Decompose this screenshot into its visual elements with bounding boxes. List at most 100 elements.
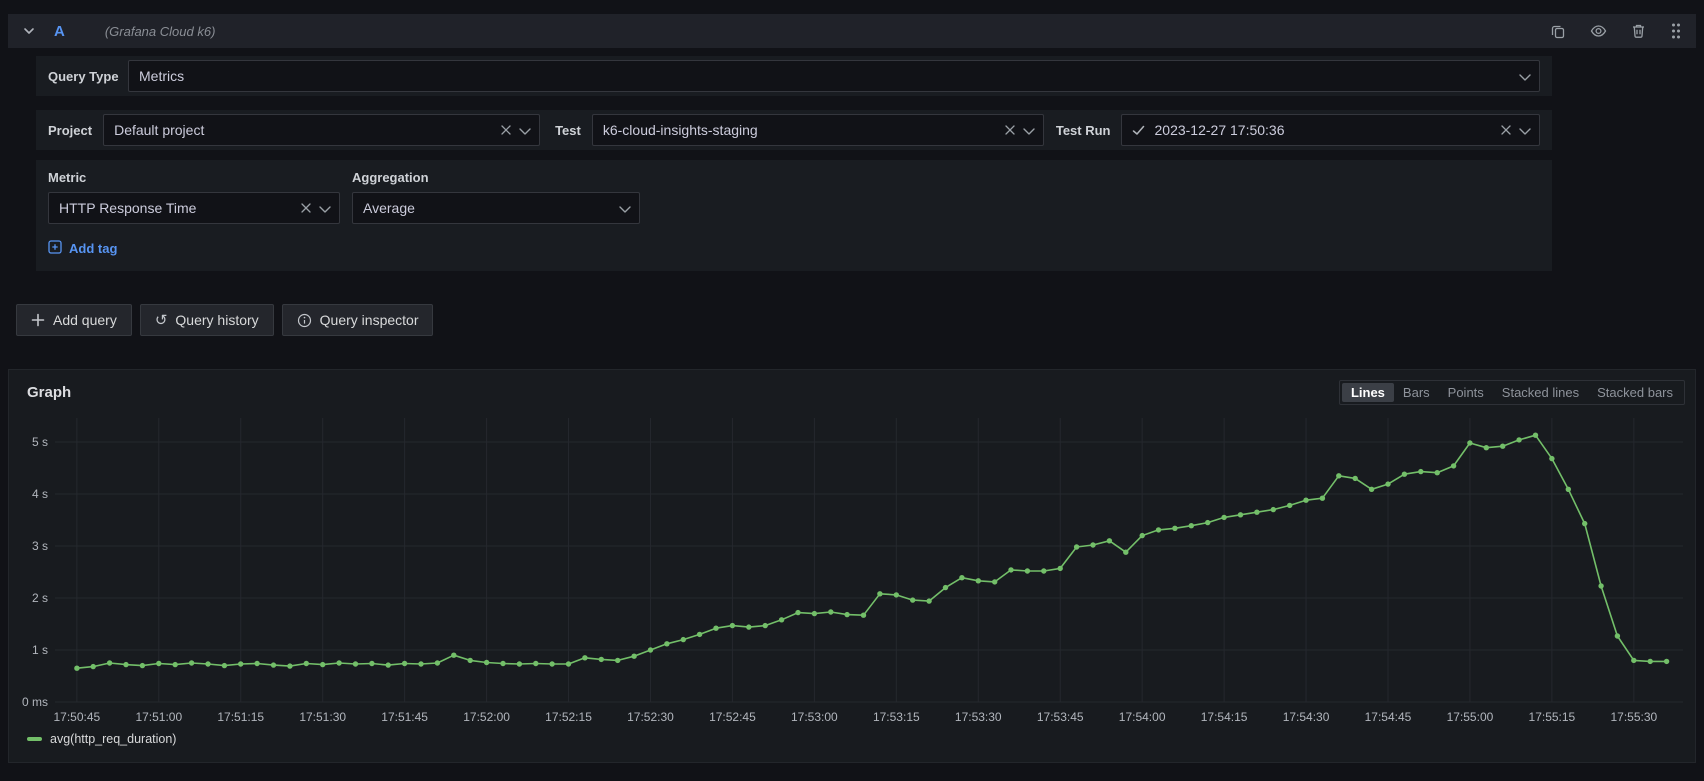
data-point [1189,523,1194,528]
aggregation-select[interactable]: Average [352,192,640,224]
add-tag-button[interactable]: Add tag [48,240,117,257]
add-query-label: Add query [53,312,117,328]
project-test-row: Project Default project Test k6-cloud-in… [36,110,1552,150]
query-type-select[interactable]: Metrics [128,60,1540,92]
data-point [877,591,882,596]
add-tag-label: Add tag [69,241,117,256]
data-point [1254,510,1259,515]
data-point [1615,633,1620,638]
test-value: k6-cloud-insights-staging [603,122,1005,138]
data-point [1533,433,1538,438]
draw-mode-tab-lines[interactable]: Lines [1342,383,1394,402]
data-point [386,662,391,667]
data-point [861,613,866,618]
metric-section: Metric HTTP Response Time Aggregation [36,160,1552,271]
data-point [730,623,735,628]
duplicate-query-icon[interactable] [1550,23,1566,39]
data-point [1435,470,1440,475]
graph-panel-header: Graph Lines Bars Points Stacked lines St… [19,378,1685,406]
clear-icon[interactable] [1005,122,1015,138]
delete-query-trash-icon[interactable] [1631,23,1646,39]
chevron-down-icon [519,122,531,138]
data-point [959,575,964,580]
project-select[interactable]: Default project [103,114,540,146]
data-point [353,661,358,666]
data-point [336,660,341,665]
data-point [107,660,112,665]
x-axis-tick-label: 17:53:45 [1037,710,1084,724]
data-point [1320,496,1325,501]
toggle-visibility-eye-icon[interactable] [1590,23,1607,39]
draw-mode-tab-stacked-lines[interactable]: Stacked lines [1493,383,1588,402]
data-point [402,661,407,666]
data-point [1303,498,1308,503]
project-label: Project [48,123,92,138]
data-point [795,610,800,615]
query-history-button[interactable]: ↺ Query history [140,304,274,336]
panel-title[interactable]: Graph [27,384,71,401]
data-point [1238,512,1243,517]
draw-mode-tab-points[interactable]: Points [1439,383,1493,402]
clear-icon[interactable] [501,122,511,138]
check-icon [1132,125,1145,136]
data-point [566,661,571,666]
data-point [1500,444,1505,449]
x-axis-tick-label: 17:54:00 [1119,710,1166,724]
data-point [287,663,292,668]
data-point [123,662,128,667]
data-point [812,611,817,616]
query-inspector-button[interactable]: Query inspector [282,304,434,336]
history-icon: ↺ [155,313,168,328]
test-select[interactable]: k6-cloud-insights-staging [592,114,1044,146]
data-point [1140,533,1145,538]
legend-item[interactable]: avg(http_req_duration) [27,732,1685,746]
data-point [631,654,636,659]
query-editor-header[interactable]: A (Grafana Cloud k6) [8,14,1696,48]
query-ref-id[interactable]: A [54,23,65,40]
y-axis-tick-label: 4 s [32,487,48,501]
test-run-value: 2023-12-27 17:50:36 [1155,122,1502,138]
data-point [1598,583,1603,588]
data-point [91,664,96,669]
data-point [1090,542,1095,547]
project-value: Default project [114,122,501,138]
data-point [418,661,423,666]
data-point [1156,527,1161,532]
data-point [1451,463,1456,468]
metric-label: Metric [48,170,340,185]
y-axis-tick-label: 2 s [32,591,48,605]
x-axis-tick-label: 17:51:00 [135,710,182,724]
data-point [500,661,505,666]
x-axis-tick-label: 17:51:30 [299,710,346,724]
data-point [1418,469,1423,474]
drag-handle-icon[interactable] [1670,22,1682,40]
add-query-button[interactable]: Add query [16,304,132,336]
data-point [1123,550,1128,555]
x-axis-tick-label: 17:51:15 [217,710,264,724]
x-axis-tick-label: 17:52:45 [709,710,756,724]
query-editor-body: Query Type Metrics Project Default proje… [36,56,1552,271]
data-point [435,660,440,665]
x-axis-tick-label: 17:50:45 [53,710,100,724]
x-axis-tick-label: 17:52:00 [463,710,510,724]
query-type-label: Query Type [48,69,120,84]
data-point [1107,538,1112,543]
data-point [926,598,931,603]
data-point [779,617,784,622]
draw-mode-tab-bars[interactable]: Bars [1394,383,1439,402]
data-point [1041,568,1046,573]
clear-icon[interactable] [301,200,311,216]
chevron-down-icon [1519,68,1531,84]
x-axis-tick-label: 17:53:00 [791,710,838,724]
draw-mode-tab-stacked-bars[interactable]: Stacked bars [1588,383,1682,402]
test-run-select[interactable]: 2023-12-27 17:50:36 [1121,114,1541,146]
y-axis-tick-label: 0 ms [22,695,48,709]
clear-icon[interactable] [1501,122,1511,138]
data-point [140,663,145,668]
metric-select[interactable]: HTTP Response Time [48,192,340,224]
x-axis-tick-label: 17:52:30 [627,710,674,724]
metric-value: HTTP Response Time [59,200,301,216]
data-point [533,661,538,666]
collapse-query-icon[interactable] [22,24,36,38]
timeseries-chart[interactable]: 0 ms1 s2 s3 s4 s5 s17:50:4517:51:0017:51… [19,414,1687,726]
